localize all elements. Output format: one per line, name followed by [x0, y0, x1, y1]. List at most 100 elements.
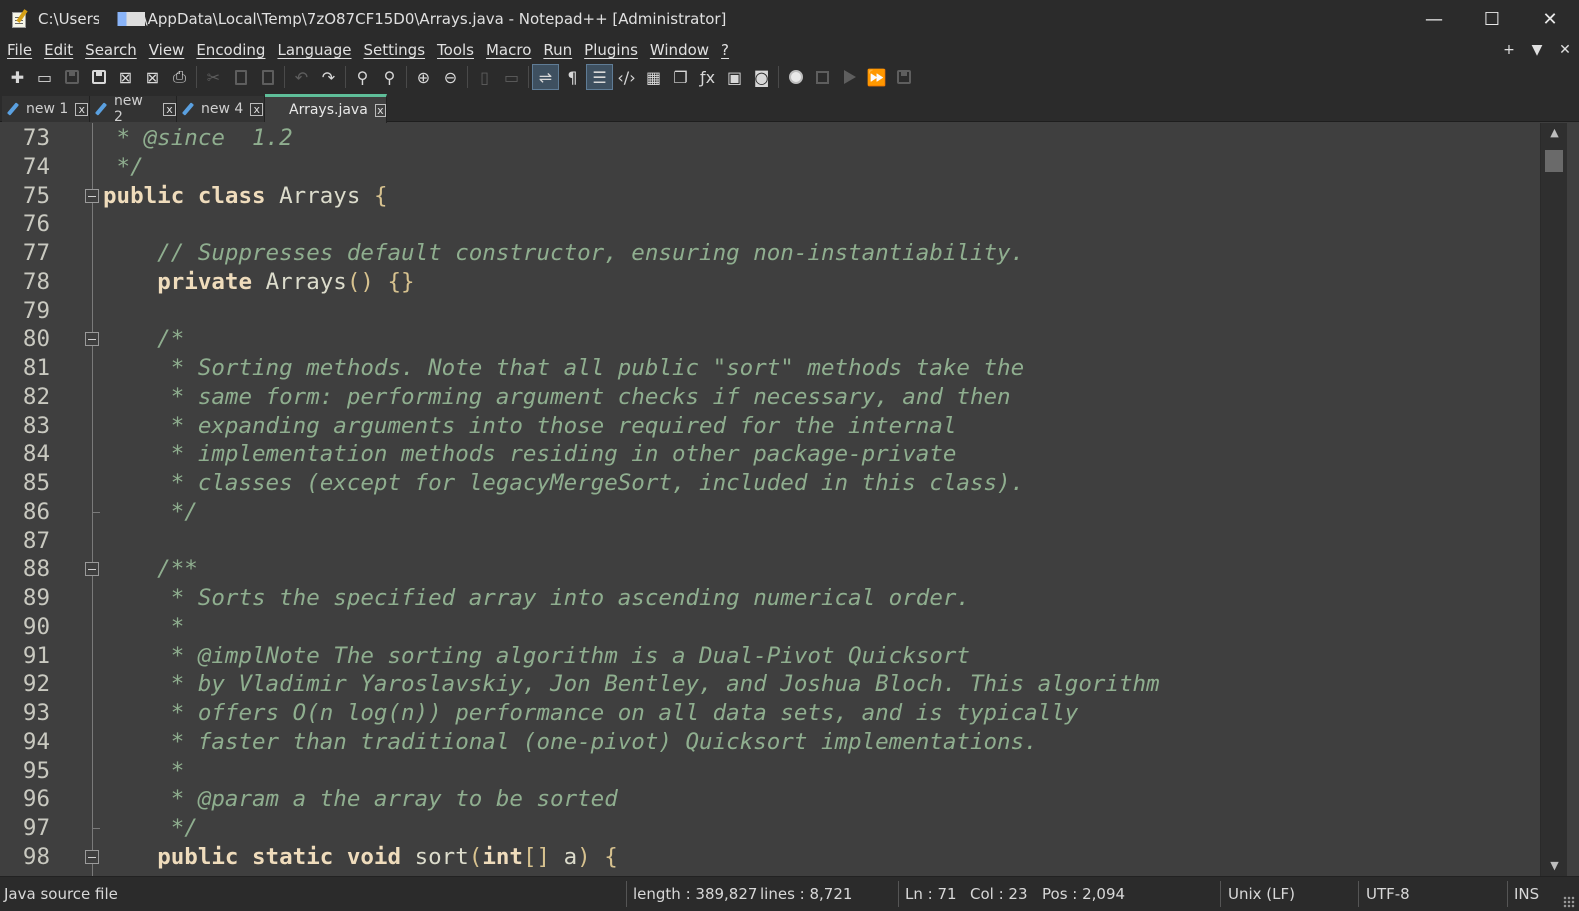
code-text: public class Arrays { — [103, 182, 388, 209]
code-line[interactable]: 87 — [0, 527, 1540, 556]
status-insert-mode[interactable]: INS — [1514, 885, 1539, 903]
code-line[interactable]: 85 * classes (except for legacyMergeSort… — [0, 469, 1540, 498]
save-icon[interactable] — [58, 64, 85, 90]
menu-settings[interactable]: Settings — [358, 41, 432, 59]
tab-close-icon[interactable]: x — [374, 103, 386, 117]
code-line[interactable]: 83 * expanding arguments into those requ… — [0, 412, 1540, 441]
indent-guide-icon[interactable]: ☰ — [586, 64, 613, 90]
code-line[interactable]: 84 * implementation methods residing in … — [0, 440, 1540, 469]
code-line[interactable]: 74 */ — [0, 153, 1540, 182]
menu-macro[interactable]: Macro — [480, 41, 537, 59]
menu-plugins[interactable]: Plugins — [578, 41, 644, 59]
tab-close-icon[interactable]: x — [250, 102, 264, 116]
code-line[interactable]: 94 * faster than traditional (one-pivot)… — [0, 728, 1540, 757]
tab-new-4[interactable]: new 4 x — [177, 96, 265, 122]
run-macro-multiple-icon[interactable]: ⏩ — [863, 64, 890, 90]
copy-icon[interactable] — [227, 64, 254, 90]
code-line[interactable]: 95 * — [0, 757, 1540, 786]
code-line[interactable]: 77 // Suppresses default constructor, en… — [0, 239, 1540, 268]
menu-search[interactable]: Search — [79, 41, 143, 59]
scroll-up-icon[interactable]: ▲ — [1541, 123, 1568, 143]
show-all-chars-icon[interactable]: ¶ — [559, 64, 586, 90]
code-line[interactable]: 93 * offers O(n log(n)) performance on a… — [0, 699, 1540, 728]
code-line[interactable]: 73 * @since 1.2 — [0, 124, 1540, 153]
word-wrap-icon[interactable]: ⇌ — [532, 64, 559, 90]
document-map-icon[interactable]: ▦ — [640, 64, 667, 90]
vertical-scrollbar[interactable]: ▲ ▼ — [1540, 123, 1567, 876]
function-list-icon[interactable]: ƒx — [694, 64, 721, 90]
play-macro-icon[interactable] — [836, 64, 863, 90]
menu-edit[interactable]: Edit — [38, 41, 79, 59]
xml-tag-icon[interactable]: ‹/› — [613, 64, 640, 90]
close-document-button[interactable]: ✕ — [1551, 42, 1579, 58]
code-line[interactable]: 80 /* — [0, 325, 1540, 354]
status-eol[interactable]: Unix (LF) — [1228, 885, 1295, 903]
screenshot-icon[interactable]: ◙ — [748, 64, 775, 90]
close-all-icon[interactable]: ⊠ — [139, 64, 166, 90]
menu-run[interactable]: Run — [537, 41, 578, 59]
fold-toggle-icon[interactable] — [85, 849, 99, 864]
scrollbar-thumb[interactable] — [1545, 150, 1563, 172]
menu-language[interactable]: Language — [271, 41, 357, 59]
fold-toggle-icon[interactable] — [85, 188, 99, 203]
zoom-out-icon[interactable]: ⊖ — [437, 64, 464, 90]
stop-macro-icon[interactable] — [809, 64, 836, 90]
line-number: 96 — [22, 786, 50, 813]
code-line[interactable]: 92 * by Vladimir Yaroslavskiy, Jon Bentl… — [0, 670, 1540, 699]
minimize-button[interactable]: — — [1405, 0, 1463, 38]
tab-new-2[interactable]: new 2 x — [90, 93, 177, 125]
status-encoding[interactable]: UTF-8 — [1366, 885, 1410, 903]
document-list-icon[interactable]: ❐ — [667, 64, 694, 90]
code-line[interactable]: 97 */ — [0, 814, 1540, 843]
sync-vertical-icon[interactable]: ▯ — [471, 64, 498, 90]
save-all-icon[interactable] — [85, 64, 112, 90]
code-line[interactable]: 98 public static void sort(int[] a) { — [0, 843, 1540, 872]
menu-window[interactable]: Window — [644, 41, 715, 59]
tab-new-1[interactable]: new 1 x — [2, 96, 90, 122]
code-line[interactable]: 75 public class Arrays { — [0, 182, 1540, 211]
cut-icon[interactable]: ✂ — [200, 64, 227, 90]
fold-toggle-icon[interactable] — [85, 332, 99, 347]
sync-horizontal-icon[interactable]: ▭ — [498, 64, 525, 90]
new-tab-plus-button[interactable]: + — [1495, 42, 1523, 58]
new-file-icon[interactable]: ✚ — [4, 64, 31, 90]
code-line[interactable]: 81 * Sorting methods. Note that all publ… — [0, 354, 1540, 383]
print-icon[interactable]: ⎙ — [166, 64, 193, 90]
find-icon[interactable]: ⚲ — [349, 64, 376, 90]
menu-file[interactable]: File — [0, 41, 38, 59]
close-icon[interactable]: ⊠ — [112, 64, 139, 90]
fold-toggle-icon[interactable] — [85, 562, 99, 577]
menu-encoding[interactable]: Encoding — [190, 41, 271, 59]
code-editor[interactable]: 73 * @since 1.2 74 */75 public class Array… — [0, 123, 1579, 876]
close-window-button[interactable]: ✕ — [1521, 0, 1579, 38]
tab-close-icon[interactable]: x — [163, 102, 176, 116]
code-line[interactable]: 88 /** — [0, 555, 1540, 584]
menu-help[interactable]: ? — [715, 41, 735, 59]
record-macro-icon[interactable] — [782, 64, 809, 90]
paste-icon[interactable] — [254, 64, 281, 90]
zoom-in-icon[interactable]: ⊕ — [410, 64, 437, 90]
code-line[interactable]: 78 private Arrays() {} — [0, 268, 1540, 297]
code-line[interactable]: 96 * @param a the array to be sorted — [0, 785, 1540, 814]
code-line[interactable]: 89 * Sorts the specified array into asce… — [0, 584, 1540, 613]
code-line[interactable]: 76 — [0, 210, 1540, 239]
code-line[interactable]: 91 * @implNote The sorting algorithm is … — [0, 642, 1540, 671]
maximize-button[interactable]: ☐ — [1463, 0, 1521, 38]
code-line[interactable]: 79 — [0, 297, 1540, 326]
menu-view[interactable]: View — [143, 41, 191, 59]
undo-icon[interactable]: ↶ — [288, 64, 315, 90]
tab-list-dropdown-button[interactable]: ▼ — [1523, 42, 1551, 58]
resize-grip-icon[interactable] — [1563, 896, 1575, 908]
code-line[interactable]: 86 */ — [0, 498, 1540, 527]
open-file-icon[interactable]: ▭ — [31, 64, 58, 90]
menu-tools[interactable]: Tools — [431, 41, 480, 59]
monitoring-icon[interactable]: ▣ — [721, 64, 748, 90]
replace-icon[interactable]: ⚲ — [376, 64, 403, 90]
tab-close-icon[interactable]: x — [75, 102, 89, 116]
code-line[interactable]: 90 * — [0, 613, 1540, 642]
scroll-down-icon[interactable]: ▼ — [1541, 856, 1568, 876]
redo-icon[interactable]: ↷ — [315, 64, 342, 90]
tab-arrays-java[interactable]: Arrays.java x — [265, 94, 387, 123]
code-line[interactable]: 82 * same form: performing argument chec… — [0, 383, 1540, 412]
save-macro-icon[interactable] — [890, 64, 917, 90]
